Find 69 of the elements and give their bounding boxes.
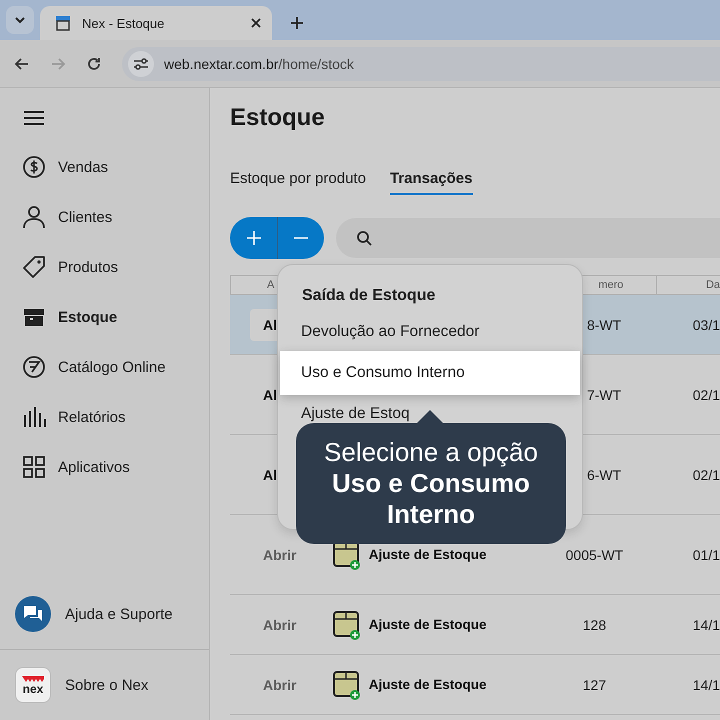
menu-icon[interactable] xyxy=(24,110,44,126)
type-label: Ajuste de Estoque xyxy=(368,677,487,692)
number-text: 6-WT xyxy=(586,466,622,482)
date-text: 03/1 xyxy=(692,316,720,332)
sidebar-item[interactable]: Clientes xyxy=(0,192,209,242)
remove-button[interactable] xyxy=(277,217,324,259)
tab-title: Nex - Estoque xyxy=(82,16,166,30)
address-bar[interactable]: web.nextar.com.br/home/stock xyxy=(122,46,720,80)
help-label: Ajuda e Suporte xyxy=(65,606,173,622)
site-settings-icon[interactable] xyxy=(133,56,149,70)
dollar-icon xyxy=(22,155,46,179)
about-label: Sobre o Nex xyxy=(65,676,148,694)
box-add-icon xyxy=(332,610,361,640)
url-text: web.nextar.com.br/home/stock xyxy=(164,56,354,72)
menu-heading: Saída de Estoque xyxy=(301,287,436,305)
sidebar-item[interactable]: Relatórios xyxy=(0,392,209,442)
number-text: 7-WT xyxy=(586,386,622,402)
column-header: mero xyxy=(598,279,624,291)
tab[interactable]: Estoque por produto xyxy=(230,170,366,195)
app-logo: nex xyxy=(15,667,51,703)
tab-list-button[interactable] xyxy=(6,6,34,34)
bar-chart-icon xyxy=(22,405,46,429)
date-text: 01/1 xyxy=(692,546,720,562)
open-button[interactable]: Al xyxy=(263,386,277,402)
type-label: Ajuste de Estoque xyxy=(368,547,487,562)
search-field[interactable] xyxy=(336,218,720,258)
column-header: A xyxy=(267,279,274,291)
type-label: Ajuste de Estoque xyxy=(368,617,487,632)
tag-icon xyxy=(22,255,46,279)
box-add-icon xyxy=(332,670,361,700)
page-title: Estoque xyxy=(230,104,326,132)
number-text: 127 xyxy=(582,676,606,692)
about-link[interactable]: nex Sobre o Nex xyxy=(0,649,209,720)
new-tab-icon[interactable] xyxy=(290,16,304,30)
add-button[interactable] xyxy=(230,217,277,259)
number-text: 8-WT xyxy=(586,316,622,332)
open-button[interactable]: Abrir xyxy=(263,616,296,632)
date-text: 14/1 xyxy=(692,676,720,692)
chevron-down-icon xyxy=(14,16,26,24)
date-text: 14/1 xyxy=(692,616,720,632)
grid-icon xyxy=(22,455,46,479)
chat-icon xyxy=(15,596,51,632)
help-link[interactable]: Ajuda e Suporte xyxy=(0,579,209,649)
sidebar-item[interactable]: Estoque xyxy=(0,292,209,342)
sidebar-item[interactable]: Vendas xyxy=(0,142,209,192)
sidebar-item[interactable]: Produtos xyxy=(0,242,209,292)
sidebar-item[interactable]: Catálogo Online xyxy=(0,342,209,392)
tooltip-text: Selecione a opção Uso e Consumo Interno xyxy=(323,437,539,530)
store-icon xyxy=(54,14,72,32)
back-icon[interactable] xyxy=(14,56,30,72)
number-text: 128 xyxy=(582,616,606,632)
person-icon xyxy=(22,205,46,229)
open-button[interactable]: Abrir xyxy=(263,676,296,692)
date-text: 02/1 xyxy=(692,466,720,482)
close-icon[interactable] xyxy=(250,17,262,29)
tab[interactable]: Transações xyxy=(390,170,472,195)
sidebar-item[interactable]: Aplicativos xyxy=(0,442,209,492)
catalog-icon xyxy=(22,355,46,379)
browser-tab[interactable]: Nex - Estoque xyxy=(40,6,272,40)
menu-item[interactable]: Uso e Consumo Interno xyxy=(280,351,580,395)
plus-icon xyxy=(246,230,262,246)
open-button[interactable]: Abrir xyxy=(263,546,296,562)
date-text: 02/1 xyxy=(692,386,720,402)
search-icon xyxy=(356,230,372,246)
column-header: Da xyxy=(706,279,720,291)
number-text: 0005-WT xyxy=(566,546,624,562)
reload-icon[interactable] xyxy=(86,56,102,72)
open-button[interactable]: Al xyxy=(263,466,277,482)
minus-icon xyxy=(293,237,309,239)
